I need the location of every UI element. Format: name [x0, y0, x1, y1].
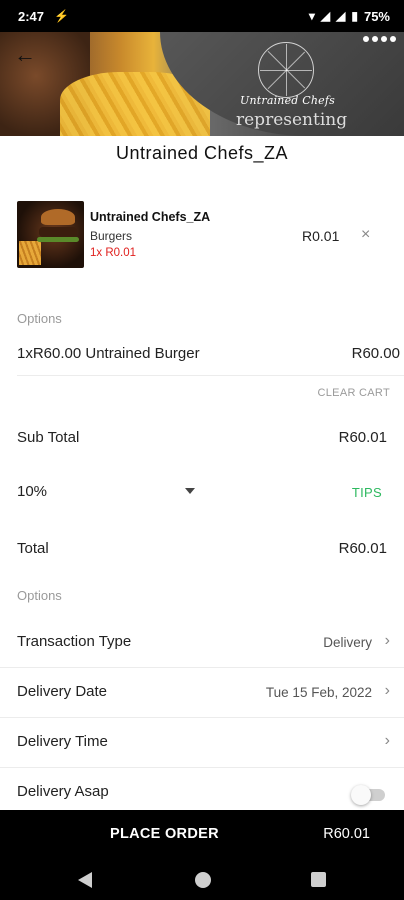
status-bar: 2:47 ⚡ ▾ ◢ ◢ ▮ 75%: [0, 0, 404, 32]
cart-item-thumbnail: [17, 201, 84, 268]
logo-utensil-mark: [260, 70, 312, 71]
cart-item: Untrained Chefs_ZA Burgers 1x R0.01 R0.0…: [17, 201, 391, 271]
tips-button[interactable]: TIPS: [352, 485, 382, 500]
logo-text: Untrained Chefs: [240, 94, 335, 107]
battery-percent: 75%: [363, 8, 390, 24]
wifi-icon: ▾: [308, 9, 315, 23]
toggle-knob: [351, 785, 371, 805]
battery-icon: ▮: [351, 9, 358, 23]
transaction-type-row[interactable]: Transaction Type Delivery ›: [0, 618, 404, 667]
transaction-type-label: Transaction Type: [17, 633, 132, 650]
signal-2-icon: ◢: [336, 9, 346, 23]
option-line-price: R60.00: [351, 345, 400, 362]
chevron-right-icon: ›: [384, 632, 390, 649]
tips-dropdown[interactable]: 10%: [17, 483, 197, 503]
chevron-right-icon: ›: [384, 732, 390, 749]
delivery-date-label: Delivery Date: [17, 683, 108, 700]
place-order-bar[interactable]: PLACE ORDER R60.01: [0, 810, 404, 860]
cart-item-name: Untrained Chefs_ZA: [90, 210, 211, 224]
close-icon[interactable]: ×: [361, 226, 370, 244]
delivery-time-row[interactable]: Delivery Time ›: [0, 718, 404, 767]
home-icon[interactable]: [195, 872, 211, 888]
delivery-time-label: Delivery Time: [17, 733, 108, 750]
system-nav-bar: [0, 860, 404, 900]
arrow-left-icon[interactable]: ←: [14, 42, 40, 68]
restaurant-banner: Untrained Chefs representing: [0, 32, 404, 136]
subtotal-label: Sub Total: [17, 429, 80, 446]
subtotal-value: R60.01: [338, 429, 387, 446]
options-heading: Options: [17, 311, 62, 326]
option-line-description: 1xR60.00 Untrained Burger: [17, 345, 200, 362]
transaction-type-value: Delivery: [323, 635, 372, 650]
signal-icon: ◢: [320, 9, 331, 23]
cart-item-quantity: 1x R0.01: [90, 247, 137, 259]
cart-item-price: R0.01: [302, 228, 340, 244]
back-icon[interactable]: [78, 872, 92, 888]
total-label: Total: [17, 540, 49, 557]
cart-item-category: Burgers: [90, 229, 133, 243]
order-options-heading: Options: [17, 588, 62, 603]
banner-text: representing: [236, 110, 348, 130]
place-order-button[interactable]: PLACE ORDER: [110, 826, 219, 842]
recent-apps-icon[interactable]: [311, 872, 326, 887]
total-value: R60.01: [338, 540, 387, 557]
delivery-date-value: Tue 15 Feb, 2022: [265, 685, 372, 700]
notification-icon: ⚡: [54, 9, 69, 23]
chevron-right-icon: ›: [384, 682, 390, 699]
status-time: 2:47: [18, 8, 45, 24]
delivery-asap-label: Delivery Asap: [17, 783, 109, 800]
page-title: Untrained Chefs_ZA: [115, 143, 289, 163]
more-dots-icon[interactable]: [363, 36, 396, 42]
divider: [17, 375, 404, 376]
clear-cart-button[interactable]: CLEAR CART: [318, 387, 390, 399]
place-order-total: R60.01: [323, 826, 370, 842]
delivery-asap-toggle[interactable]: [351, 784, 387, 805]
delivery-date-row[interactable]: Delivery Date Tue 15 Feb, 2022 ›: [0, 668, 404, 717]
caret-down-icon[interactable]: [185, 488, 195, 494]
